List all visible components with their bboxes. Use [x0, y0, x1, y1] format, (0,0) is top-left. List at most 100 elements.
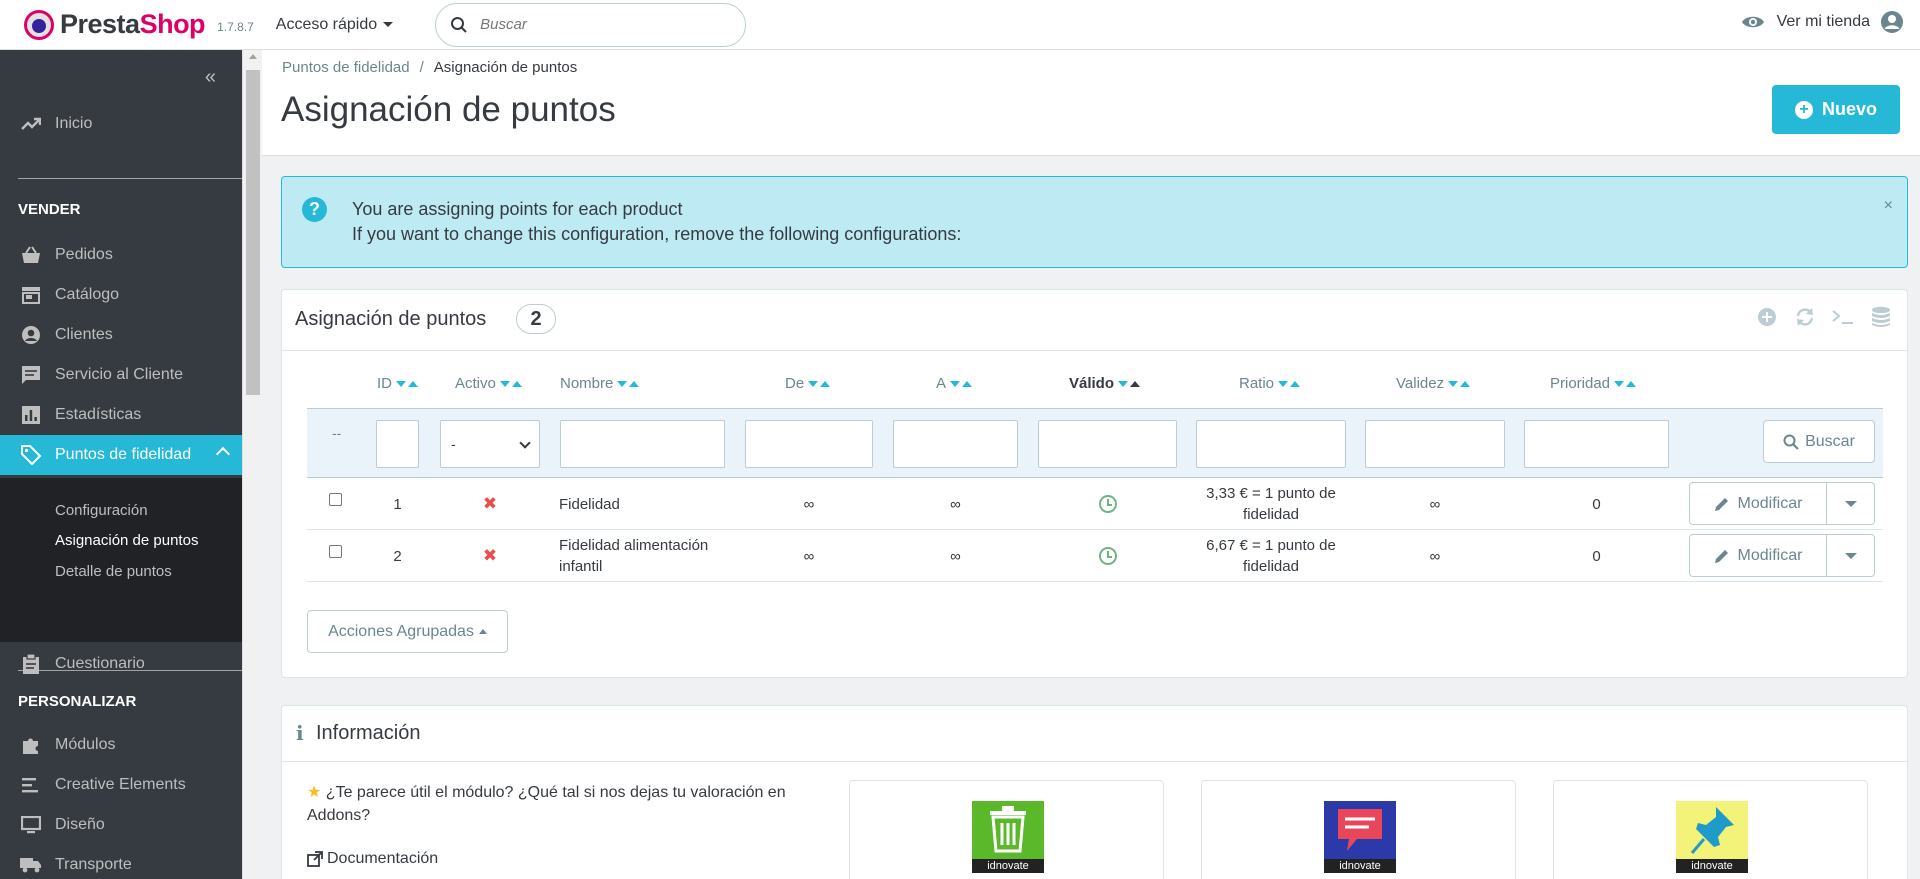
edit-button[interactable]: Modificar: [1690, 483, 1827, 524]
sort-desc-icon[interactable]: [396, 380, 406, 387]
clock-icon: [1098, 547, 1117, 565]
inactive-x-icon[interactable]: ✖: [440, 478, 540, 530]
sort-asc-icon[interactable]: [1626, 380, 1637, 387]
checkbox[interactable]: [329, 493, 342, 506]
cell-prioridad: 0: [1592, 495, 1601, 513]
quick-access-dropdown[interactable]: Acceso rápido: [276, 16, 394, 34]
search-input[interactable]: [480, 16, 721, 33]
filter-prioridad-input[interactable]: [1524, 420, 1669, 468]
rate-module-text[interactable]: ★ ¿Te parece útil el módulo? ¿Qué tal si…: [307, 781, 837, 827]
filter-valido-input[interactable]: [1038, 420, 1177, 468]
info-panel: i Información ★ ¿Te parece útil el módul…: [281, 705, 1908, 879]
sidebar-item-catalogo[interactable]: Catálogo: [0, 275, 242, 315]
sort-asc-icon[interactable]: [1460, 380, 1471, 387]
sidebar-item-diseno[interactable]: Diseño: [0, 805, 242, 845]
filter-id-input[interactable]: [376, 420, 419, 468]
sidebar-item-servicio[interactable]: Servicio al Cliente: [0, 355, 242, 395]
checkbox[interactable]: [329, 545, 342, 558]
account-circle-icon: [20, 324, 42, 346]
edit-button[interactable]: Modificar: [1690, 535, 1827, 576]
filter-activo-select[interactable]: -: [440, 420, 540, 468]
cell-id: 1: [393, 495, 402, 513]
sort-controls: [950, 380, 973, 387]
scroll-up-arrow-icon[interactable]: [249, 54, 257, 59]
logo-text-shop: Shop: [139, 9, 206, 39]
sort-desc-icon[interactable]: [1118, 380, 1129, 387]
sort-desc-icon[interactable]: [950, 380, 961, 387]
sidebar-item-estadisticas[interactable]: Estadísticas: [0, 395, 242, 435]
filter-ratio-input[interactable]: [1196, 420, 1346, 468]
documentation-link[interactable]: Documentación: [307, 850, 438, 868]
module-card-trash[interactable]: idnovate: [849, 780, 1164, 879]
breadcrumb-parent-link[interactable]: Puntos de fidelidad: [282, 59, 410, 76]
info-title: Información: [316, 722, 421, 744]
new-button[interactable]: + Nuevo: [1772, 85, 1900, 134]
sort-asc-active-icon[interactable]: [1130, 380, 1141, 387]
table-row[interactable]: 2 ✖ Fidelidad alimentación infantil ∞ ∞ …: [307, 530, 1883, 582]
bulk-actions-button[interactable]: Acciones Agrupadas: [307, 610, 508, 653]
user-avatar-icon[interactable]: [1880, 10, 1904, 34]
prestashop-logo[interactable]: PrestaShop: [24, 9, 206, 40]
filter-validez-input[interactable]: [1365, 420, 1505, 468]
export-database-icon[interactable]: [1868, 304, 1893, 329]
alert-line-1: You are assigning points for each produc…: [352, 199, 683, 219]
inactive-x-icon[interactable]: ✖: [440, 530, 540, 582]
module-card-chat[interactable]: idnovate: [1201, 780, 1516, 879]
close-alert-icon[interactable]: ×: [1884, 197, 1893, 215]
row-checkbox[interactable]: [329, 493, 342, 506]
filter-nombre-input[interactable]: [560, 420, 725, 468]
sort-desc-icon[interactable]: [499, 380, 510, 387]
filter-a-input[interactable]: [893, 420, 1018, 468]
sort-desc-icon[interactable]: [1278, 380, 1289, 387]
caret-up-icon: [478, 629, 487, 634]
refresh-icon[interactable]: [1792, 304, 1817, 329]
filter-search-button[interactable]: Buscar: [1763, 420, 1875, 463]
chevron-up-icon: [215, 446, 231, 462]
sort-asc-icon[interactable]: [629, 380, 640, 387]
rate-module-label: ¿Te parece útil el módulo? ¿Qué tal si n…: [307, 784, 786, 824]
column-header-ratio: Ratio: [1239, 375, 1301, 392]
sort-asc-icon[interactable]: [511, 380, 522, 387]
sort-asc-icon[interactable]: [1290, 380, 1301, 387]
status-icon: ✖: [482, 494, 498, 513]
add-new-icon[interactable]: [1754, 304, 1779, 329]
sidebar-item-label: Módulos: [55, 736, 116, 753]
sidebar-item-creative[interactable]: Creative Elements: [0, 765, 242, 805]
sidebar-item-puntos[interactable]: Puntos de fidelidad: [0, 435, 242, 475]
scrollbar-thumb[interactable]: [246, 70, 260, 395]
question-circle-icon: ?: [302, 197, 327, 222]
sort-asc-icon[interactable]: [820, 380, 831, 387]
sidebar-item-inicio[interactable]: Inicio: [0, 104, 242, 144]
sort-desc-icon[interactable]: [617, 380, 628, 387]
sidebar-item-label: Clientes: [55, 326, 113, 343]
sidebar-subitem-detalle[interactable]: Detalle de puntos: [55, 563, 172, 580]
collapse-sidebar-icon[interactable]: «: [205, 66, 216, 89]
search-bar[interactable]: [435, 2, 747, 47]
puffin-logo-icon: [24, 9, 54, 40]
sidebar-item-label: Diseño: [55, 816, 105, 833]
sidebar-item-clientes[interactable]: Clientes: [0, 315, 242, 355]
sort-desc-icon[interactable]: [1448, 380, 1459, 387]
sort-asc-icon[interactable]: [962, 380, 973, 387]
sort-desc-icon[interactable]: [1614, 380, 1625, 387]
sidebar-subitem-asignacion[interactable]: Asignación de puntos: [55, 532, 198, 549]
module-card-pin[interactable]: idnovate: [1553, 780, 1868, 879]
sidebar-subitem-configuracion[interactable]: Configuración: [55, 502, 148, 519]
sidebar-item-modulos[interactable]: Módulos: [0, 725, 242, 765]
puzzle-icon: [20, 734, 42, 756]
sidebar-item-cuestionario[interactable]: Cuestionario: [0, 644, 242, 684]
table-row[interactable]: 1 ✖ Fidelidad ∞ ∞ 3,33 € = 1 punto de fi…: [307, 478, 1883, 530]
sidebar-item-transporte[interactable]: Transporte: [0, 845, 242, 879]
sidebar-scrollbar[interactable]: [242, 50, 262, 879]
sidebar-item-pedidos[interactable]: Pedidos: [0, 235, 242, 275]
view-store-link[interactable]: Ver mi tienda: [1741, 10, 1904, 34]
sort-desc-icon[interactable]: [808, 380, 819, 387]
info-panel-header: i Información: [282, 706, 1907, 762]
row-actions-dropdown[interactable]: [1827, 483, 1874, 524]
row-actions-dropdown[interactable]: [1827, 535, 1874, 576]
row-checkbox[interactable]: [329, 545, 342, 558]
sql-query-icon[interactable]: [1830, 304, 1855, 329]
count-badge: 2: [516, 304, 556, 334]
sort-asc-icon[interactable]: [408, 380, 418, 387]
filter-de-input[interactable]: [745, 420, 873, 468]
